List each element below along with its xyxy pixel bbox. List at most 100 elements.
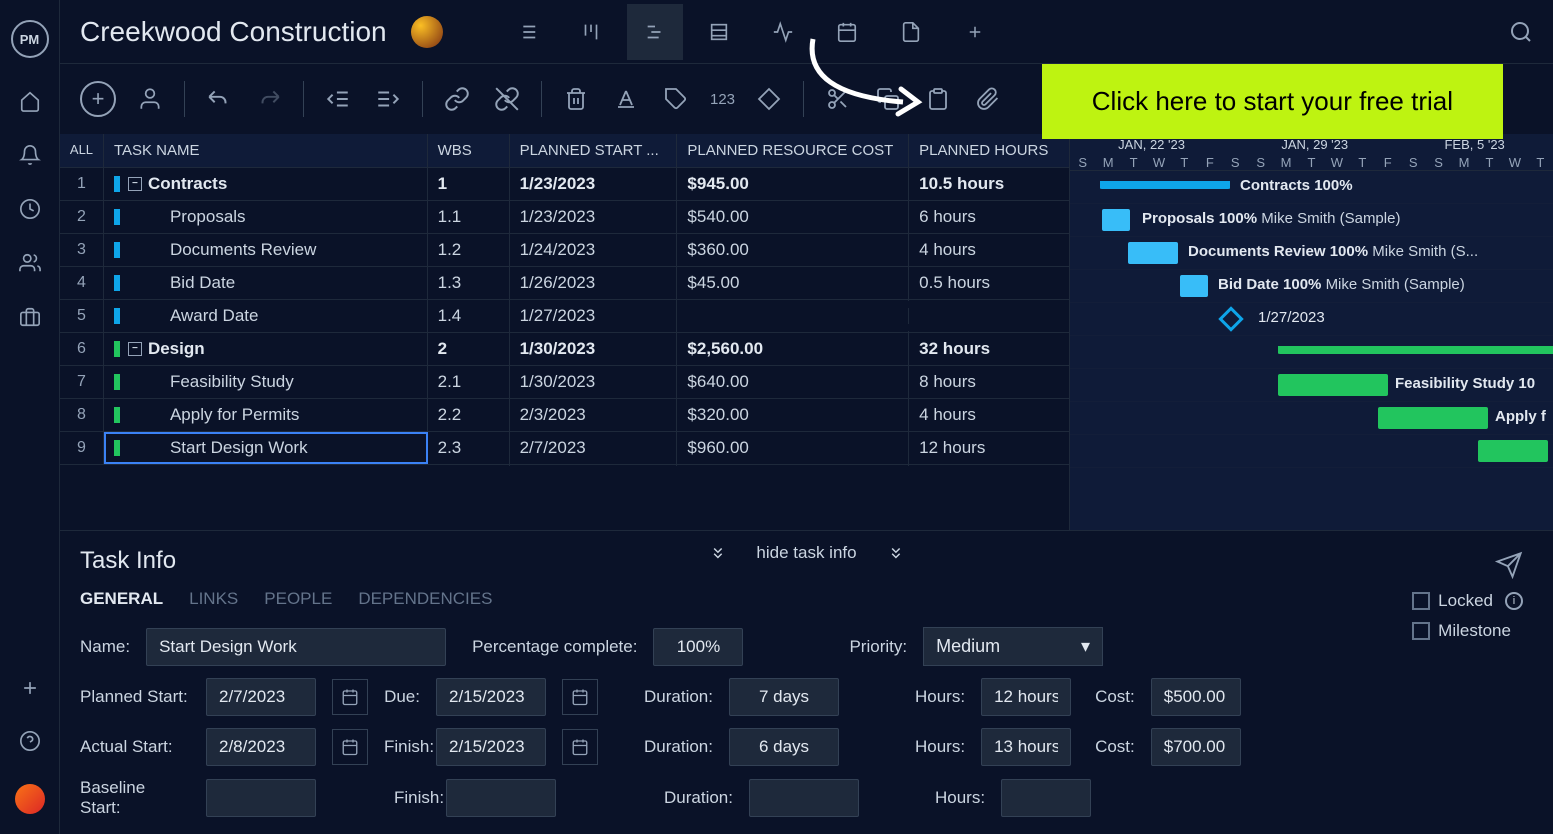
gantt-chart[interactable]: JAN, 22 '23JAN, 29 '23FEB, 5 '23 SMTWTFS…	[1070, 134, 1553, 530]
table-row[interactable]: 5 Award Date 1.4 1/27/2023	[60, 300, 1069, 333]
cost-input[interactable]	[1151, 678, 1241, 716]
indent-icon[interactable]	[372, 83, 404, 115]
locked-checkbox[interactable]: Lockedi	[1412, 591, 1523, 611]
tab-people[interactable]: PEOPLE	[264, 589, 332, 609]
cost2-input[interactable]	[1151, 728, 1241, 766]
help-icon[interactable]	[19, 730, 41, 752]
gantt-row[interactable]: Proposals 100% Mike Smith (Sample)	[1070, 204, 1553, 237]
table-row[interactable]: 1 −Contracts 1 1/23/2023 $945.00 10.5 ho…	[60, 168, 1069, 201]
table-row[interactable]: 6 −Design 2 1/30/2023 $2,560.00 32 hours	[60, 333, 1069, 366]
gantt-bar[interactable]	[1180, 275, 1208, 297]
baseline-finish-input[interactable]	[446, 779, 556, 817]
table-row[interactable]: 3 Documents Review 1.2 1/24/2023 $360.00…	[60, 234, 1069, 267]
calendar-icon[interactable]	[332, 679, 368, 715]
hide-task-info-button[interactable]: hide task info	[708, 543, 904, 563]
collapse-icon[interactable]: −	[128, 342, 142, 356]
view-activity-icon[interactable]	[755, 4, 811, 60]
home-icon[interactable]	[19, 90, 41, 112]
gantt-bar[interactable]	[1278, 374, 1388, 396]
bell-icon[interactable]	[19, 144, 41, 166]
duration-input[interactable]	[729, 678, 839, 716]
delete-icon[interactable]	[560, 83, 592, 115]
gantt-row[interactable]: Documents Review 100% Mike Smith (S...	[1070, 237, 1553, 270]
name-input[interactable]	[146, 628, 446, 666]
search-icon[interactable]	[1509, 20, 1533, 44]
cut-icon[interactable]	[822, 83, 854, 115]
collapse-icon[interactable]: −	[128, 177, 142, 191]
pct-input[interactable]	[653, 628, 743, 666]
table-row[interactable]: 4 Bid Date 1.3 1/26/2023 $45.00 0.5 hour…	[60, 267, 1069, 300]
view-calendar-icon[interactable]	[819, 4, 875, 60]
gantt-bar[interactable]	[1378, 407, 1488, 429]
baseline-hours-input[interactable]	[1001, 779, 1091, 817]
number-icon[interactable]: 123	[710, 83, 735, 115]
gantt-row[interactable]	[1070, 435, 1553, 468]
milestone-icon[interactable]	[753, 83, 785, 115]
plus-icon[interactable]	[20, 678, 40, 698]
table-row[interactable]: 9 Start Design Work 2.3 2/7/2023 $960.00…	[60, 432, 1069, 465]
gantt-row[interactable]: Apply f	[1070, 402, 1553, 435]
milestone-marker[interactable]	[1218, 306, 1243, 331]
view-add-icon[interactable]	[947, 4, 1003, 60]
gantt-row[interactable]: Feasibility Study 10	[1070, 369, 1553, 402]
redo-icon[interactable]	[253, 83, 285, 115]
text-style-icon[interactable]	[610, 83, 642, 115]
calendar-icon[interactable]	[332, 729, 368, 765]
assign-user-icon[interactable]	[134, 83, 166, 115]
people-icon[interactable]	[19, 252, 41, 274]
view-board-icon[interactable]	[563, 4, 619, 60]
tab-general[interactable]: GENERAL	[80, 589, 163, 609]
gantt-row[interactable]	[1070, 336, 1553, 369]
baseline-start-input[interactable]	[206, 779, 316, 817]
project-avatar[interactable]	[411, 16, 443, 48]
tab-links[interactable]: LINKS	[189, 589, 238, 609]
calendar-icon[interactable]	[562, 679, 598, 715]
info-icon[interactable]: i	[1505, 592, 1523, 610]
hours-input[interactable]	[981, 678, 1071, 716]
tab-dependencies[interactable]: DEPENDENCIES	[358, 589, 492, 609]
gantt-bar[interactable]	[1278, 346, 1553, 354]
app-logo[interactable]: PM	[11, 20, 49, 58]
planned-start-input[interactable]	[206, 678, 316, 716]
copy-icon[interactable]	[872, 83, 904, 115]
col-header-all[interactable]: ALL	[60, 134, 104, 167]
hours2-input[interactable]	[981, 728, 1071, 766]
view-list-icon[interactable]	[499, 4, 555, 60]
clock-icon[interactable]	[19, 198, 41, 220]
col-header-start[interactable]: PLANNED START ...	[510, 134, 678, 167]
user-avatar[interactable]	[15, 784, 45, 814]
attach-icon[interactable]	[972, 83, 1004, 115]
col-header-cost[interactable]: PLANNED RESOURCE COST	[677, 134, 909, 167]
gantt-row[interactable]: 1/27/2023	[1070, 303, 1553, 336]
milestone-checkbox[interactable]: Milestone	[1412, 621, 1523, 641]
tag-icon[interactable]	[660, 83, 692, 115]
table-row[interactable]: 7 Feasibility Study 2.1 1/30/2023 $640.0…	[60, 366, 1069, 399]
actual-start-input[interactable]	[206, 728, 316, 766]
unlink-icon[interactable]	[491, 83, 523, 115]
add-task-button[interactable]: +	[80, 81, 116, 117]
priority-select[interactable]: Medium▾	[923, 627, 1103, 666]
view-gantt-icon[interactable]	[627, 4, 683, 60]
view-sheet-icon[interactable]	[691, 4, 747, 60]
finish-input[interactable]	[436, 728, 546, 766]
gantt-row[interactable]: Bid Date 100% Mike Smith (Sample)	[1070, 270, 1553, 303]
due-input[interactable]	[436, 678, 546, 716]
gantt-bar[interactable]	[1478, 440, 1548, 462]
paste-icon[interactable]	[922, 83, 954, 115]
cta-banner[interactable]: Click here to start your free trial	[1042, 64, 1503, 139]
link-icon[interactable]	[441, 83, 473, 115]
gantt-bar[interactable]	[1100, 181, 1230, 189]
baseline-duration-input[interactable]	[749, 779, 859, 817]
send-icon[interactable]	[1495, 551, 1523, 579]
gantt-row[interactable]: Contracts 100%	[1070, 171, 1553, 204]
outdent-icon[interactable]	[322, 83, 354, 115]
briefcase-icon[interactable]	[19, 306, 41, 328]
col-header-name[interactable]: TASK NAME	[104, 134, 428, 167]
table-row[interactable]: 8 Apply for Permits 2.2 2/3/2023 $320.00…	[60, 399, 1069, 432]
table-row[interactable]: 2 Proposals 1.1 1/23/2023 $540.00 6 hour…	[60, 201, 1069, 234]
gantt-bar[interactable]	[1102, 209, 1130, 231]
view-file-icon[interactable]	[883, 4, 939, 60]
duration2-input[interactable]	[729, 728, 839, 766]
undo-icon[interactable]	[203, 83, 235, 115]
gantt-bar[interactable]	[1128, 242, 1178, 264]
